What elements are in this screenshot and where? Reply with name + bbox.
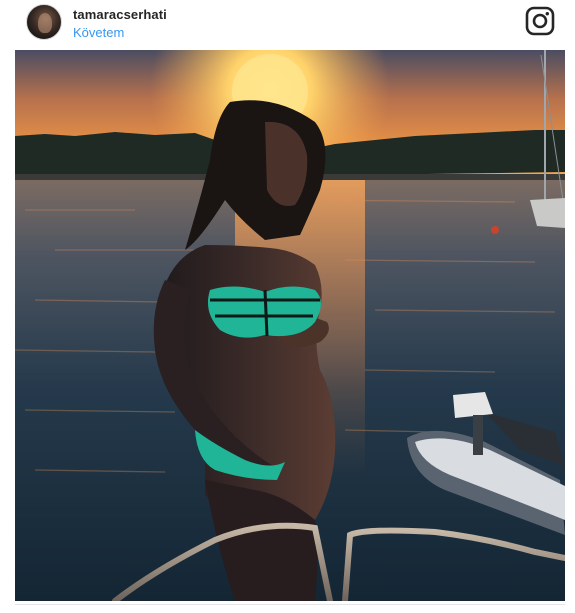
sunset-scene [15,50,565,601]
post-header: tamaracserhati Követem [0,0,575,50]
username-link[interactable]: tamaracserhati [73,7,167,22]
post-photo[interactable] [15,50,565,601]
post-divider [15,604,565,605]
instagram-icon[interactable] [525,6,555,36]
profile-avatar[interactable] [26,4,62,40]
follow-button[interactable]: Követem [73,25,124,40]
